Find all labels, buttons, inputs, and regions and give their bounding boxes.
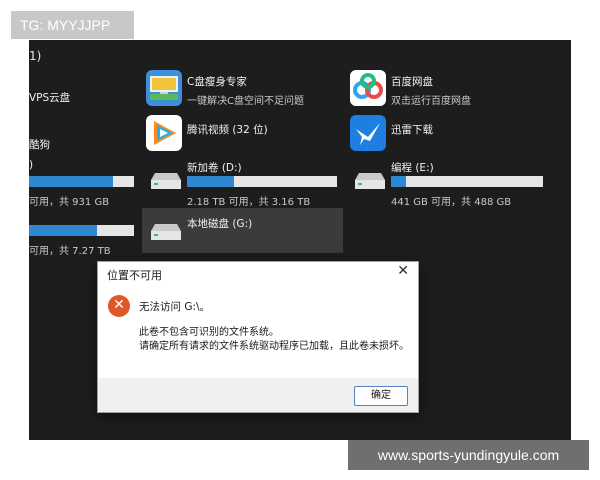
drive-e-name: 编程 (E:) bbox=[391, 162, 434, 174]
drive-e-usage-bar bbox=[391, 176, 543, 187]
drive-d-name: 新加卷 (D:) bbox=[187, 162, 242, 174]
drive-c-info: 可用，共 931 GB bbox=[29, 190, 109, 208]
kugou-tile[interactable]: 酷狗 bbox=[29, 137, 50, 152]
location-unavailable-dialog: 位置不可用 ✕ ✕ 无法访问 G:\。 此卷不包含可识别的文件系统。 请确定所有… bbox=[97, 261, 419, 413]
c-drive-cleaner-icon[interactable] bbox=[146, 70, 182, 106]
drive-f-capacity: 可用，共 7.27 TB bbox=[29, 246, 111, 257]
wps-cloud-label: VPS云盘 bbox=[29, 92, 71, 104]
c-drive-cleaner-desc: 一键解决C盘空间不足问题 bbox=[187, 96, 304, 107]
drive-f-usage-fill bbox=[29, 225, 98, 236]
tencent-video-icon[interactable] bbox=[146, 115, 182, 151]
dialog-footer: 确定 bbox=[98, 378, 418, 412]
ok-button[interactable]: 确定 bbox=[354, 386, 408, 406]
drive-g-icon bbox=[151, 224, 181, 240]
thunder-download-tile[interactable]: 迅雷下载 bbox=[391, 122, 433, 137]
baidu-netdisk-icon[interactable] bbox=[350, 70, 386, 106]
dialog-title: 位置不可用 bbox=[107, 269, 162, 282]
drive-c-label: ) bbox=[29, 159, 34, 171]
drive-d-tile[interactable]: 新加卷 (D:) bbox=[187, 160, 242, 175]
drive-g-name: 本地磁盘 (G:) bbox=[187, 218, 253, 230]
drive-d-capacity: 2.18 TB 可用，共 3.16 TB bbox=[187, 197, 311, 208]
drive-d-usage-fill bbox=[187, 176, 234, 187]
thunder-download-name: 迅雷下载 bbox=[391, 124, 433, 136]
drive-c-usage-bar bbox=[29, 176, 134, 187]
drive-e-info: 441 GB 可用，共 488 GB bbox=[391, 190, 511, 208]
error-icon: ✕ bbox=[108, 295, 130, 317]
tencent-video-name: 腾讯视频 (32 位) bbox=[187, 124, 268, 136]
baidu-netdisk-name: 百度网盘 bbox=[391, 76, 433, 88]
drive-e-usage-fill bbox=[391, 176, 407, 187]
baidu-netdisk-desc: 双击运行百度网盘 bbox=[391, 96, 471, 107]
c-drive-cleaner-name: C盘瘦身专家 bbox=[187, 76, 247, 88]
dialog-message: 无法访问 G:\。 bbox=[139, 301, 211, 313]
watermark-bottom: www.sports-yundingyule.com bbox=[348, 440, 589, 470]
drive-c-usage-fill bbox=[29, 176, 113, 187]
dialog-detail: 此卷不包含可识别的文件系统。 请确定所有请求的文件系统驱动程序已加载，且此卷未损… bbox=[139, 326, 409, 354]
dialog-detail-line-2: 请确定所有请求的文件系统驱动程序已加载，且此卷未损坏。 bbox=[139, 341, 409, 352]
drive-e-tile[interactable]: 编程 (E:) bbox=[391, 160, 434, 175]
close-icon[interactable]: ✕ bbox=[397, 263, 409, 279]
watermark-top: TG: MYYJJPP bbox=[11, 11, 134, 39]
group-header: 1) bbox=[29, 49, 42, 63]
drive-f-info: 可用，共 7.27 TB bbox=[29, 239, 111, 257]
drive-c-tile[interactable]: ) bbox=[29, 159, 33, 171]
drive-g-label-wrap: 本地磁盘 (G:) bbox=[187, 216, 252, 231]
drive-f-usage-bar bbox=[29, 225, 134, 236]
drive-d-usage-bar bbox=[187, 176, 337, 187]
baidu-netdisk-tile[interactable]: 百度网盘 双击运行百度网盘 bbox=[391, 74, 471, 107]
kugou-label: 酷狗 bbox=[29, 139, 50, 151]
drive-d-info: 2.18 TB 可用，共 3.16 TB bbox=[187, 190, 310, 208]
drive-e-icon bbox=[355, 173, 385, 189]
drive-e-capacity: 441 GB 可用，共 488 GB bbox=[391, 197, 512, 208]
thunder-download-icon[interactable] bbox=[350, 115, 386, 151]
dialog-detail-line-1: 此卷不包含可识别的文件系统。 bbox=[139, 327, 279, 338]
drive-d-icon bbox=[151, 173, 181, 189]
tencent-video-tile[interactable]: 腾讯视频 (32 位) bbox=[187, 122, 268, 137]
c-drive-cleaner-tile[interactable]: C盘瘦身专家 一键解决C盘空间不足问题 bbox=[187, 74, 304, 107]
wps-cloud-tile[interactable]: VPS云盘 bbox=[29, 90, 70, 105]
drive-c-capacity: 可用，共 931 GB bbox=[29, 197, 110, 208]
